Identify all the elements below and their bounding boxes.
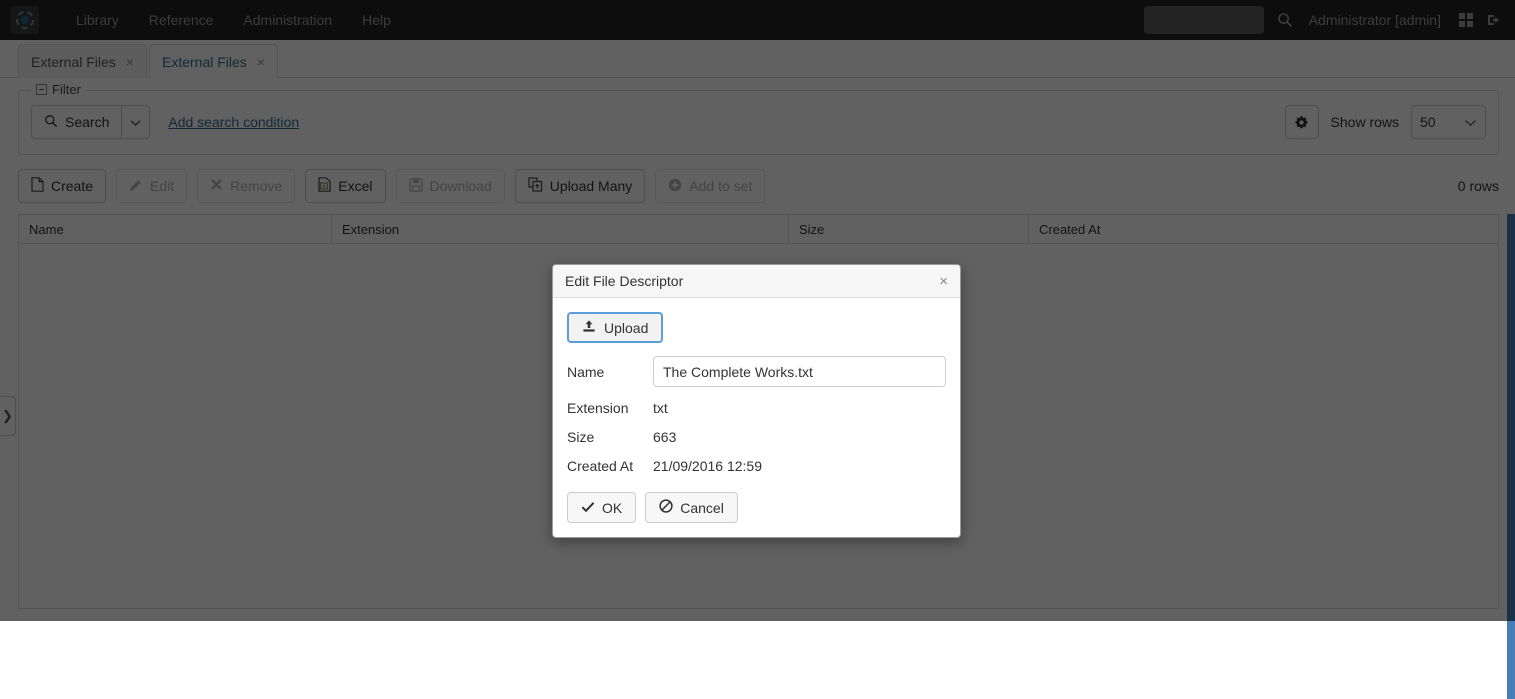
field-row-size: Size 663 [567,429,946,445]
cancel-button[interactable]: Cancel [645,492,738,523]
check-icon [581,500,595,516]
extension-value: txt [653,400,668,416]
edit-file-descriptor-dialog: Edit File Descriptor × Upload Name Exten… [552,264,961,538]
field-row-created-at: Created At 21/09/2016 12:59 [567,458,946,474]
field-row-extension: Extension txt [567,400,946,416]
name-label: Name [567,364,653,380]
ok-button-label: OK [602,500,622,516]
dialog-header: Edit File Descriptor × [553,265,960,298]
ok-button[interactable]: OK [567,492,636,523]
ban-icon [659,499,673,516]
close-icon[interactable]: × [939,274,948,289]
cancel-button-label: Cancel [680,500,724,516]
dialog-title: Edit File Descriptor [565,273,683,289]
upload-icon [582,319,596,336]
upload-button[interactable]: Upload [567,312,663,343]
created-at-value: 21/09/2016 12:59 [653,458,762,474]
field-row-name: Name [567,356,946,387]
upload-button-label: Upload [604,320,648,336]
dialog-body: Upload Name Extension txt Size 663 Creat… [553,298,960,480]
size-value: 663 [653,429,676,445]
dialog-footer: OK Cancel [553,480,960,537]
size-label: Size [567,429,653,445]
created-at-label: Created At [567,458,653,474]
name-input[interactable] [653,356,946,387]
extension-label: Extension [567,400,653,416]
